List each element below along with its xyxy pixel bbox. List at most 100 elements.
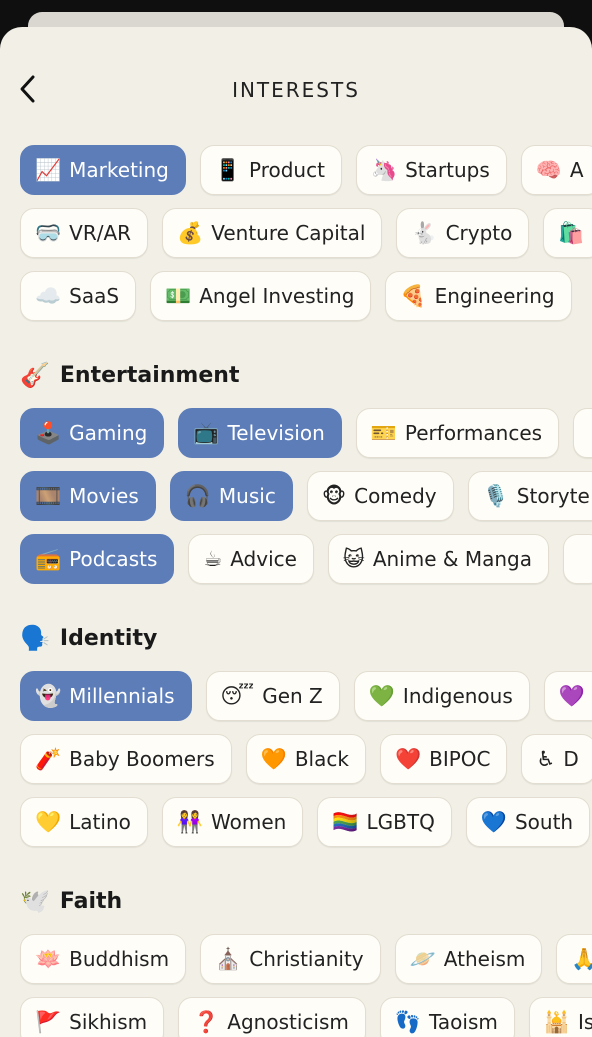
interest-chip-crypto[interactable]: 🐇 Crypto — [396, 208, 530, 258]
interest-label: LGBTQ — [366, 810, 435, 834]
interest-chip-movies[interactable]: 🎞️ Movies — [20, 471, 156, 521]
interest-icon: ♿ — [536, 746, 556, 771]
section-icon: 🕊️ — [20, 887, 50, 915]
interest-chip-is[interactable]: 🕌 Is — [528, 997, 592, 1037]
interest-chip-television[interactable]: 📺 Television — [178, 408, 342, 458]
interest-row: 🎞️ Movies 🎧 Music 🐵 Comedy 🎙️ Storyte — [20, 471, 592, 521]
interest-chip-millennials[interactable]: 👻 Millennials — [20, 671, 192, 721]
interest-chip-storyte[interactable]: 🎙️ Storyte — [467, 471, 592, 521]
interest-icon: 💵 — [165, 283, 192, 308]
interest-label: Podcasts — [69, 547, 158, 571]
interest-chip-startups[interactable]: 🦄 Startups — [355, 145, 507, 195]
interest-row: 🥽 VR/AR 💰 Venture Capital 🐇 Crypto 🛍️ — [20, 208, 592, 258]
interest-icon: 🎙️ — [482, 483, 509, 508]
interest-label: Latino — [69, 810, 131, 834]
interest-chip-blank[interactable] — [573, 408, 592, 458]
interest-chip-women[interactable]: 👭 Women — [161, 797, 304, 847]
interest-label: Is — [578, 1010, 592, 1034]
interest-icon: 🚩 — [35, 1009, 62, 1034]
interest-chip-black[interactable]: 🧡 Black — [245, 734, 366, 784]
section-icon: 🗣️ — [20, 624, 50, 652]
interest-chip-blank[interactable]: 🛍️ — [543, 208, 592, 258]
interest-icon: 🧠 — [535, 157, 562, 182]
interest-chip-engineering[interactable]: 🍕 Engineering — [385, 271, 572, 321]
interest-chip-a[interactable]: 🧠 A — [520, 145, 592, 195]
interest-chip-sikhism[interactable]: 🚩 Sikhism — [20, 997, 165, 1037]
interest-label: Sikhism — [69, 1010, 148, 1034]
interest-label: Atheism — [443, 947, 526, 971]
interest-chip-angel-investing[interactable]: 💵 Angel Investing — [150, 271, 372, 321]
interest-chip-lgbtq[interactable]: 🏳️‍🌈 LGBTQ — [317, 797, 452, 847]
interest-chip-music[interactable]: 🎧 Music — [169, 471, 293, 521]
interest-icon: 😺 — [342, 546, 365, 571]
interest-icon: 📻 — [35, 546, 62, 571]
interest-icon: 💜 — [558, 683, 585, 708]
interest-label: Comedy — [354, 484, 437, 508]
interest-chip-blank[interactable] — [562, 534, 592, 584]
interest-icon: 🐵 — [321, 483, 347, 508]
interest-label: Music — [218, 484, 276, 508]
interest-label: Engineering — [434, 284, 555, 308]
interest-label: Millennials — [69, 684, 175, 708]
interest-chip-comedy[interactable]: 🐵 Comedy — [306, 471, 454, 521]
interest-chip-atheism[interactable]: 🪐 Atheism — [394, 934, 543, 984]
interest-label: Crypto — [445, 221, 513, 245]
interest-label: Venture Capital — [211, 221, 366, 245]
interest-icon: 🎫 — [370, 420, 397, 445]
interest-chip-gaming[interactable]: 🕹️ Gaming — [20, 408, 165, 458]
interest-chip-buddhism[interactable]: 🪷 Buddhism — [20, 934, 187, 984]
interest-label: Product — [249, 158, 325, 182]
section-heading-identity: 🗣️ Identity — [20, 623, 157, 653]
interest-chip-performances[interactable]: 🎫 Performances — [355, 408, 560, 458]
interest-icon: 💰 — [177, 220, 204, 245]
section-title: Entertainment — [59, 362, 240, 388]
interest-chip-baby-boomers[interactable]: 🧨 Baby Boomers — [20, 734, 232, 784]
interest-chip-christianity[interactable]: ⛪ Christianity — [200, 934, 381, 984]
interest-row: 💛 Latino 👭 Women 🏳️‍🌈 LGBTQ 💙 South — [20, 797, 591, 847]
interest-icon: 🪐 — [409, 946, 436, 971]
interest-chip-agnosticism[interactable]: ❓ Agnosticism — [178, 997, 366, 1037]
interest-icon: 🧨 — [35, 746, 62, 771]
interest-icon: 💙 — [480, 809, 507, 834]
interest-chip-blank[interactable]: 🙏 — [556, 934, 592, 984]
interest-icon: 💚 — [368, 683, 395, 708]
interest-label: Storyte — [516, 484, 590, 508]
interest-icon: 💛 — [35, 809, 62, 834]
interest-chip-south[interactable]: 💙 South — [465, 797, 591, 847]
interest-icon: 📱 — [214, 157, 241, 182]
interest-chip-product[interactable]: 📱 Product — [199, 145, 342, 195]
section-title: Identity — [59, 625, 158, 651]
interest-icon: ☁️ — [35, 283, 62, 308]
interest-row: 🕹️ Gaming 📺 Television 🎫 Performances — [20, 408, 592, 458]
interest-label: Buddhism — [69, 947, 170, 971]
interest-chip-marketing[interactable]: 📈 Marketing — [20, 145, 186, 195]
interest-icon: 🐇 — [411, 220, 438, 245]
interest-icon: 🕌 — [543, 1009, 571, 1034]
interest-label: Gen Z — [262, 684, 323, 708]
interest-label: Angel Investing — [199, 284, 355, 308]
interest-icon: 🏳️‍🌈 — [332, 809, 359, 834]
interest-icon: ☕ — [203, 546, 223, 571]
interest-label: Taoism — [429, 1010, 498, 1034]
interest-label: Advice — [230, 547, 297, 571]
section-heading-entertainment: 🎸 Entertainment — [20, 360, 239, 390]
interest-chip-advice[interactable]: ☕ Advice — [188, 534, 314, 584]
interest-icon: 👣 — [394, 1009, 421, 1034]
interest-chip-bipoc[interactable]: ❤️ BIPOC — [379, 734, 508, 784]
interest-chip-gen-z[interactable]: 😴 Gen Z — [205, 671, 340, 721]
interest-chip-saas[interactable]: ☁️ SaaS — [20, 271, 137, 321]
interest-chip-anime-manga[interactable]: 😺 Anime & Manga — [327, 534, 549, 584]
interest-chip-podcasts[interactable]: 📻 Podcasts — [20, 534, 175, 584]
interest-label: Performances — [404, 421, 543, 445]
interest-chip-i[interactable]: 💜I — [543, 671, 592, 721]
interest-chip-indigenous[interactable]: 💚 Indigenous — [353, 671, 530, 721]
interest-chip-taoism[interactable]: 👣 Taoism — [379, 997, 515, 1037]
interest-icon: ⛪ — [215, 946, 242, 971]
interest-chip-latino[interactable]: 💛 Latino — [20, 797, 148, 847]
interest-chip-venture-capital[interactable]: 💰 Venture Capital — [162, 208, 383, 258]
interest-label: Movies — [69, 484, 139, 508]
interest-chip-vr-ar[interactable]: 🥽 VR/AR — [20, 208, 149, 258]
interest-icon: 🙏 — [571, 946, 592, 971]
section-heading-faith: 🕊️ Faith — [20, 886, 122, 916]
interest-chip-d[interactable]: ♿ D — [521, 734, 592, 784]
